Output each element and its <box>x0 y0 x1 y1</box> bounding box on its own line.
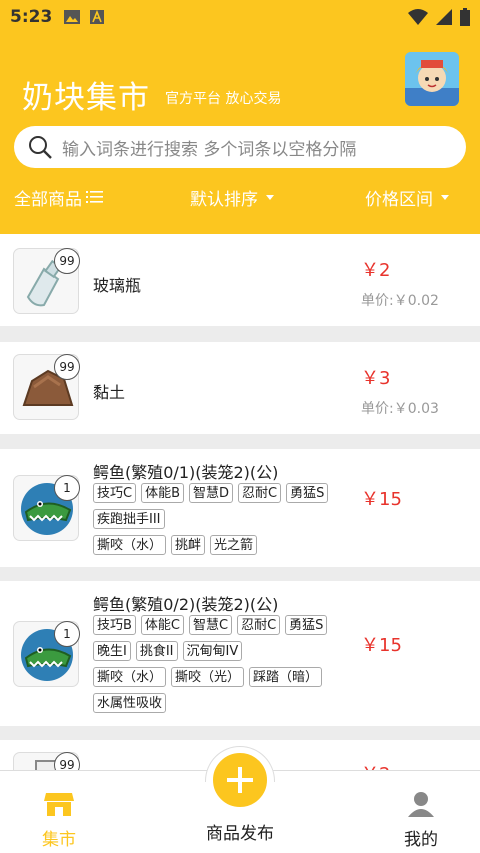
gallery-icon <box>64 10 81 24</box>
tab-mine[interactable]: 我的 <box>371 791 471 850</box>
item-name: 鳄鱼(繁殖0/1)(装笼2)(公) <box>93 463 279 482</box>
tag: 智慧C <box>189 615 233 635</box>
item-count-badge: 1 <box>54 621 80 647</box>
filter-price-dropdown[interactable]: 价格区间 <box>365 185 449 210</box>
tag: 沉甸甸IV <box>182 641 243 661</box>
tag: 勇猛S <box>286 483 329 503</box>
shop-icon <box>44 793 74 816</box>
caret-down-icon <box>441 194 449 200</box>
tag: 忍耐C <box>238 483 282 503</box>
wifi-icon <box>408 9 428 25</box>
list-item[interactable]: 99 黏土 ￥3 单价:￥0.03 <box>0 342 480 434</box>
tag: 勇猛S <box>285 615 328 635</box>
user-icon <box>408 792 434 817</box>
status-time: 5:23 <box>10 7 53 27</box>
filter-sort-label: 默认排序 <box>190 189 258 210</box>
page-title: 奶块集市 <box>22 80 150 116</box>
avatar[interactable] <box>405 52 459 106</box>
font-app-icon <box>90 10 105 24</box>
search-input[interactable]: 输入词条进行搜索 多个词条以空格分隔 <box>14 126 466 168</box>
tab-publish-label: 商品发布 <box>206 824 274 844</box>
tag-row: 技巧B 体能C 智慧C 忍耐C 勇猛S <box>93 615 328 635</box>
plus-icon <box>227 767 253 793</box>
item-count-badge: 1 <box>54 475 80 501</box>
tag: 技巧C <box>93 483 137 503</box>
filter-all-label: 全部商品 <box>14 189 82 210</box>
search-placeholder: 输入词条进行搜索 多个词条以空格分隔 <box>62 139 357 160</box>
tag: 体能C <box>140 615 184 635</box>
item-count-badge: 99 <box>54 354 80 380</box>
tag: 撕咬（水） <box>93 535 167 555</box>
search-icon <box>29 136 52 159</box>
tag: 水属性吸收 <box>93 693 167 713</box>
tag-row: 撕咬（水） 挑衅 光之箭 <box>93 535 258 555</box>
item-price: ￥3 <box>361 368 391 389</box>
filter-all-button[interactable]: 全部商品 <box>14 185 104 210</box>
tag: 忍耐C <box>237 615 281 635</box>
item-name: 玻璃瓶 <box>93 276 142 295</box>
battery-icon <box>460 8 470 26</box>
list-icon <box>86 191 103 203</box>
item-unit-price: 单价:￥0.02 <box>361 293 439 309</box>
filter-sort-dropdown[interactable]: 默认排序 <box>190 185 274 210</box>
tag: 撕咬（光） <box>171 667 245 687</box>
item-count-badge: 99 <box>54 248 80 274</box>
tag-row: 技巧C 体能B 智慧D 忍耐C 勇猛S <box>93 483 329 503</box>
filter-bar: 全部商品 默认排序 价格区间 <box>0 180 480 214</box>
list-item[interactable]: 1 鳄鱼(繁殖0/2)(装笼2)(公) 技巧B 体能C 智慧C 忍耐C 勇猛S … <box>0 581 480 726</box>
list-item[interactable]: 1 鳄鱼(繁殖0/1)(装笼2)(公) 技巧C 体能B 智慧D 忍耐C 勇猛S … <box>0 449 480 567</box>
tab-market-label: 集市 <box>42 830 76 850</box>
tag-row: 撕咬（水） 撕咬（光） 踩踏（暗） <box>93 667 323 687</box>
tag: 疾跑拙手III <box>93 509 165 529</box>
item-unit-price: 单价:￥0.03 <box>361 401 439 417</box>
publish-button[interactable] <box>210 750 270 810</box>
tab-publish[interactable]: 商品发布 <box>190 819 290 844</box>
filter-price-label: 价格区间 <box>365 189 433 210</box>
item-price: ￥15 <box>361 635 402 656</box>
page-subtitle: 官方平台 放心交易 <box>165 91 282 107</box>
tab-mine-label: 我的 <box>404 830 438 850</box>
tag: 晚生I <box>93 641 131 661</box>
tag-row: 晚生I 挑食II 沉甸甸IV <box>93 641 243 661</box>
item-price: ￥15 <box>361 489 402 510</box>
tag: 挑食II <box>135 641 178 661</box>
tag: 光之箭 <box>210 535 258 555</box>
item-name: 黏土 <box>93 383 126 402</box>
list-item[interactable]: 99 玻璃瓶 ￥2 单价:￥0.02 <box>0 234 480 326</box>
tag: 技巧B <box>93 615 136 635</box>
item-price: ￥2 <box>361 260 391 281</box>
tag: 挑衅 <box>171 535 206 555</box>
item-name: 鳄鱼(繁殖0/2)(装笼2)(公) <box>93 595 279 614</box>
tag: 踩踏（暗） <box>249 667 323 687</box>
tag-row: 疾跑拙手III <box>93 509 165 529</box>
avatar-character-icon <box>405 52 459 106</box>
header: 奶块集市 官方平台 放心交易 输入词条进行搜索 多个词条以空格分隔 全部商品 默… <box>0 34 480 234</box>
tag: 撕咬（水） <box>93 667 167 687</box>
tag: 体能B <box>141 483 184 503</box>
tab-market[interactable]: 集市 <box>9 791 109 850</box>
status-bar: 5:23 <box>0 0 480 34</box>
caret-down-icon <box>266 194 274 200</box>
tag-row: 水属性吸收 <box>93 693 167 713</box>
tag: 智慧D <box>189 483 234 503</box>
signal-icon <box>436 9 452 25</box>
